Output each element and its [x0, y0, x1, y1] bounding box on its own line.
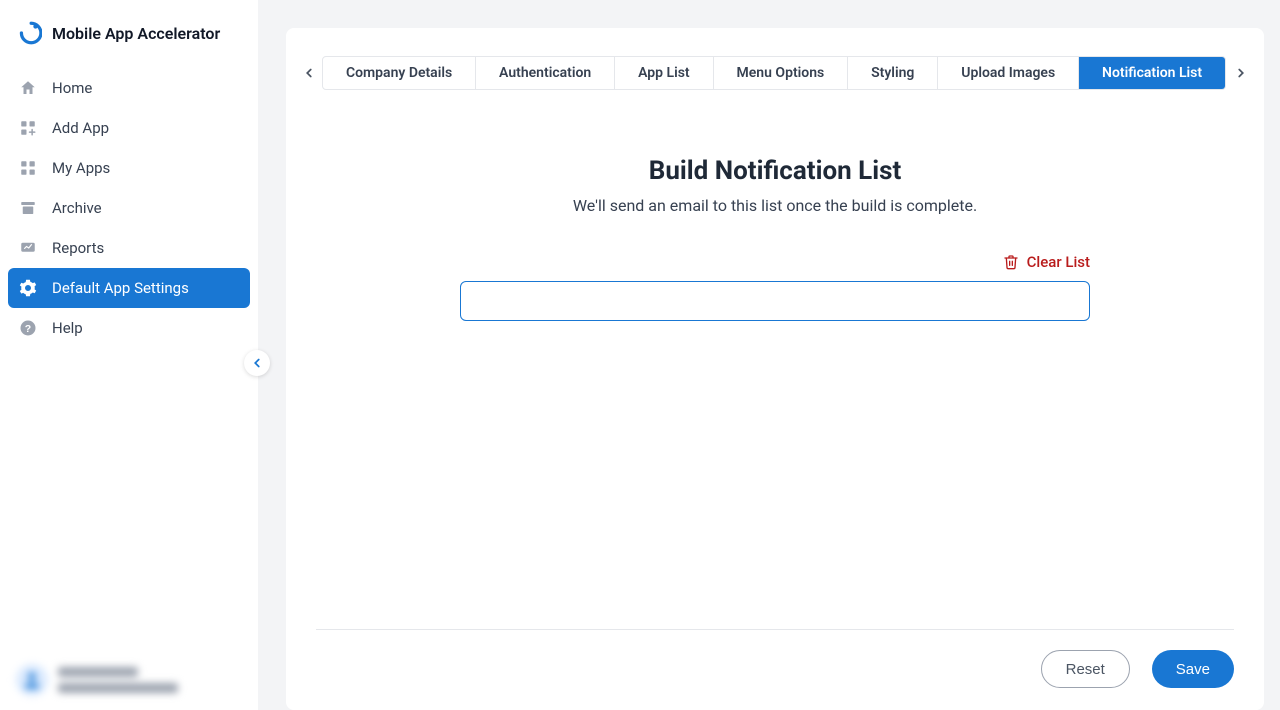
tabs-scroll-left[interactable] [296, 60, 322, 86]
tab-upload-images[interactable]: Upload Images [938, 57, 1079, 89]
sidebar-collapse-button[interactable] [244, 350, 270, 376]
tabs-scroll-right[interactable] [1228, 60, 1254, 86]
gear-icon [18, 278, 38, 298]
tab-authentication[interactable]: Authentication [476, 57, 615, 89]
tab-menu-options[interactable]: Menu Options [714, 57, 849, 89]
content: Build Notification List We'll send an em… [286, 90, 1264, 397]
footer-actions: Reset Save [316, 629, 1234, 710]
brand-title: Mobile App Accelerator [52, 24, 220, 43]
archive-icon [18, 198, 38, 218]
page-subtitle: We'll send an email to this list once th… [573, 196, 977, 215]
sidebar: Mobile App Accelerator Home Add App My A… [0, 0, 258, 710]
sidebar-item-reports[interactable]: Reports [8, 228, 250, 268]
sidebar-item-home[interactable]: Home [8, 68, 250, 108]
tab-app-list[interactable]: App List [615, 57, 713, 89]
tab-company-details[interactable]: Company Details [323, 57, 476, 89]
user-info [58, 667, 178, 693]
sidebar-item-help[interactable]: ? Help [8, 308, 250, 348]
avatar [16, 664, 48, 696]
reset-button[interactable]: Reset [1041, 650, 1130, 688]
apps-icon [18, 158, 38, 178]
save-button[interactable]: Save [1152, 650, 1234, 688]
sidebar-item-label: Archive [52, 199, 102, 217]
tabs: Company Details Authentication App List … [322, 56, 1226, 90]
brand-logo-icon [16, 20, 42, 46]
svg-text:?: ? [25, 323, 31, 335]
notification-email-input[interactable] [460, 281, 1090, 321]
brand: Mobile App Accelerator [0, 0, 258, 68]
sidebar-item-add-app[interactable]: Add App [8, 108, 250, 148]
sidebar-item-archive[interactable]: Archive [8, 188, 250, 228]
sidebar-item-default-app-settings[interactable]: Default App Settings [8, 268, 250, 308]
trash-icon [1003, 254, 1019, 270]
sidebar-item-my-apps[interactable]: My Apps [8, 148, 250, 188]
nav: Home Add App My Apps Archive [0, 68, 258, 348]
main: Company Details Authentication App List … [258, 0, 1280, 710]
home-icon [18, 78, 38, 98]
reports-icon [18, 238, 38, 258]
user-area[interactable] [0, 650, 258, 710]
sidebar-item-label: My Apps [52, 159, 110, 177]
sidebar-item-label: Home [52, 79, 92, 97]
sidebar-item-label: Add App [52, 119, 109, 137]
page-title: Build Notification List [649, 156, 902, 186]
tabs-wrap: Company Details Authentication App List … [296, 56, 1254, 90]
help-icon: ? [18, 318, 38, 338]
sidebar-item-label: Help [52, 319, 83, 337]
sidebar-item-label: Reports [52, 239, 104, 257]
sidebar-item-label: Default App Settings [52, 279, 189, 297]
clear-list-button[interactable]: Clear List [1003, 253, 1090, 271]
add-app-icon [18, 118, 38, 138]
tab-notification-list[interactable]: Notification List [1079, 57, 1225, 89]
clear-list-label: Clear List [1027, 253, 1090, 271]
card: Company Details Authentication App List … [286, 28, 1264, 710]
tab-styling[interactable]: Styling [848, 57, 938, 89]
